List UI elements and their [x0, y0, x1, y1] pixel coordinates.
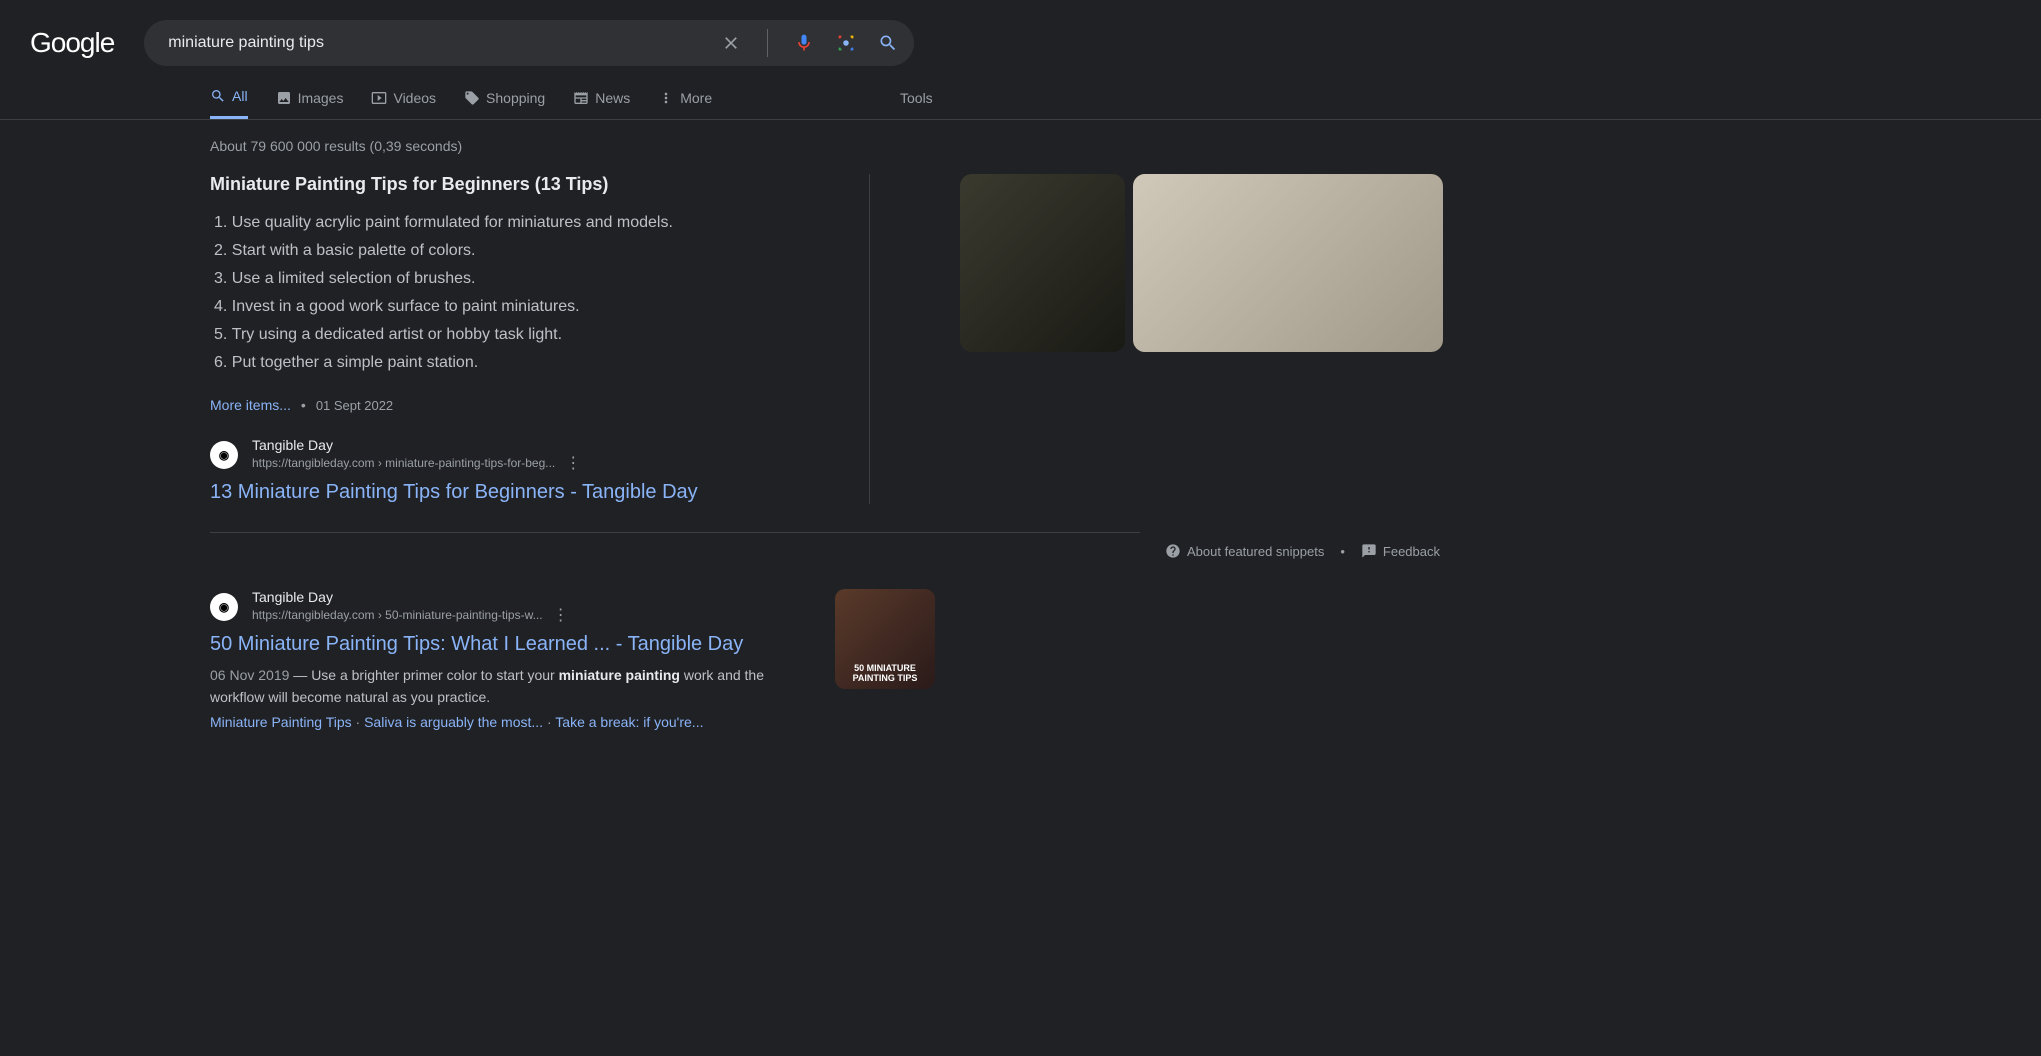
result-description: 06 Nov 2019 — Use a brighter primer colo…: [210, 664, 800, 708]
sublink[interactable]: Take a break: if you're...: [555, 714, 703, 730]
dot-separator: •: [301, 397, 306, 413]
kebab-icon[interactable]: ⋮: [553, 605, 569, 625]
tab-all-label: All: [232, 88, 248, 104]
sublink[interactable]: Miniature Painting Tips: [210, 714, 352, 730]
tab-news[interactable]: News: [573, 88, 630, 119]
result-date: 06 Nov 2019: [210, 667, 289, 683]
featured-snippet-title: Miniature Painting Tips for Beginners (1…: [210, 174, 829, 195]
about-featured-snippets-link[interactable]: About featured snippets: [1165, 543, 1324, 559]
tab-images[interactable]: Images: [276, 88, 344, 119]
featured-date: 01 Sept 2022: [316, 398, 393, 413]
result-title-link[interactable]: 50 Miniature Painting Tips: What I Learn…: [210, 633, 940, 656]
result-stats: About 79 600 000 results (0,39 seconds): [210, 138, 2041, 154]
dot-separator: •: [1340, 544, 1345, 559]
result-url: https://tangibleday.com › miniature-pain…: [252, 456, 555, 470]
feedback-label: Feedback: [1383, 544, 1440, 559]
list-item: Use a limited selection of brushes.: [214, 265, 829, 293]
mic-icon[interactable]: [792, 31, 816, 55]
tab-news-label: News: [595, 90, 630, 106]
lens-icon[interactable]: [834, 31, 858, 55]
google-logo[interactable]: Google: [30, 27, 114, 59]
search-icon[interactable]: [876, 31, 900, 55]
tab-more-label: More: [680, 90, 712, 106]
tab-images-label: Images: [298, 90, 344, 106]
result-thumbnail[interactable]: 50 MINIATURE PAINTING TIPS: [835, 589, 935, 689]
favicon: ◉: [210, 441, 238, 469]
list-item: Put together a simple paint station.: [214, 349, 829, 377]
kebab-icon[interactable]: ⋮: [565, 453, 581, 473]
result-title-link[interactable]: 13 Miniature Painting Tips for Beginners…: [210, 481, 829, 504]
tab-videos[interactable]: Videos: [371, 88, 436, 119]
list-item: Try using a dedicated artist or hobby ta…: [214, 321, 829, 349]
sublink[interactable]: Saliva is arguably the most...: [364, 714, 543, 730]
tab-shopping-label: Shopping: [486, 90, 545, 106]
help-icon: [1165, 543, 1181, 559]
result-site-name: Tangible Day: [252, 589, 569, 605]
result-sublinks: Miniature Painting Tips · Saliva is argu…: [210, 714, 940, 730]
more-items-link[interactable]: More items...: [210, 397, 291, 413]
feedback-icon: [1361, 543, 1377, 559]
result-url: https://tangibleday.com › 50-miniature-p…: [252, 608, 543, 622]
list-item: Invest in a good work surface to paint m…: [214, 293, 829, 321]
tab-all[interactable]: All: [210, 88, 248, 119]
search-input[interactable]: [158, 34, 719, 52]
feedback-link[interactable]: Feedback: [1361, 543, 1440, 559]
image-thumbnail[interactable]: [960, 174, 1125, 352]
clear-icon[interactable]: [719, 31, 743, 55]
tab-videos-label: Videos: [393, 90, 436, 106]
tab-more[interactable]: More: [658, 88, 712, 119]
divider: [210, 532, 1140, 533]
featured-snippet-list: Use quality acrylic paint formulated for…: [210, 209, 829, 377]
list-item: Use quality acrylic paint formulated for…: [214, 209, 829, 237]
about-featured-label: About featured snippets: [1187, 544, 1324, 559]
tab-shopping[interactable]: Shopping: [464, 88, 545, 119]
list-item: Start with a basic palette of colors.: [214, 237, 829, 265]
search-bar: [144, 20, 914, 66]
image-thumbnail[interactable]: [1133, 174, 1443, 352]
divider: [767, 29, 768, 57]
favicon: ◉: [210, 593, 238, 621]
tools-link[interactable]: Tools: [900, 90, 933, 118]
images-panel: [960, 174, 1443, 504]
result-site-name: Tangible Day: [252, 437, 581, 453]
